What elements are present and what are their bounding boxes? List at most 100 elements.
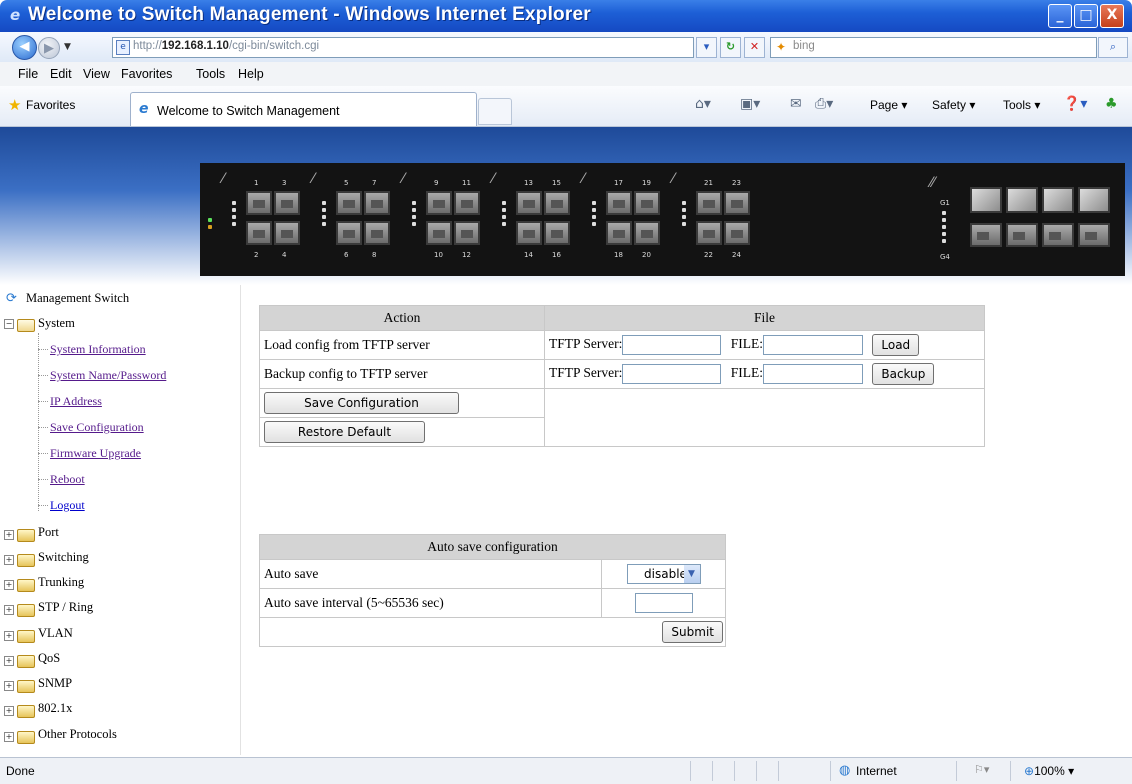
backup-button[interactable]: Backup bbox=[872, 363, 935, 385]
expand-icon[interactable]: + bbox=[4, 605, 14, 615]
collapse-icon[interactable]: − bbox=[4, 319, 14, 329]
ethernet-port[interactable] bbox=[274, 221, 300, 245]
combo-port[interactable] bbox=[1006, 223, 1038, 247]
backup-tftp-server-input[interactable] bbox=[622, 364, 722, 384]
ethernet-port[interactable] bbox=[724, 191, 750, 215]
feeds-icon[interactable]: ▣▾ bbox=[740, 96, 760, 112]
expand-icon[interactable]: + bbox=[4, 681, 14, 691]
ethernet-port[interactable] bbox=[274, 191, 300, 215]
menu-file[interactable]: File bbox=[18, 67, 38, 81]
tree-stp-ring[interactable]: STP / Ring bbox=[38, 600, 93, 615]
restore-default-button[interactable]: Restore Default bbox=[264, 421, 425, 443]
sidebar-item-save-configuration[interactable]: Save Configuration bbox=[50, 420, 144, 435]
expand-icon[interactable]: + bbox=[4, 530, 14, 540]
sfp-port[interactable] bbox=[1006, 187, 1038, 213]
tab-switch-management[interactable]: e Welcome to Switch Management bbox=[130, 92, 477, 126]
protected-mode-icon[interactable]: ⚐▾ bbox=[974, 763, 989, 776]
expand-icon[interactable]: + bbox=[4, 706, 14, 716]
expand-icon[interactable]: + bbox=[4, 555, 14, 565]
ethernet-port[interactable] bbox=[246, 221, 272, 245]
ethernet-port[interactable] bbox=[606, 221, 632, 245]
ethernet-port[interactable] bbox=[544, 221, 570, 245]
zoom-level[interactable]: ⊕100% ▾ bbox=[1024, 764, 1074, 778]
load-tftp-server-input[interactable] bbox=[622, 335, 722, 355]
tree-root[interactable]: Management Switch bbox=[26, 291, 129, 306]
window-title-bar[interactable]: e Welcome to Switch Management - Windows… bbox=[0, 0, 1132, 32]
ethernet-port[interactable] bbox=[516, 221, 542, 245]
expand-icon[interactable]: + bbox=[4, 732, 14, 742]
sidebar-item-firmware-upgrade[interactable]: Firmware Upgrade bbox=[50, 446, 141, 461]
ethernet-port[interactable] bbox=[724, 221, 750, 245]
ethernet-port[interactable] bbox=[454, 221, 480, 245]
minimize-button[interactable]: _ bbox=[1048, 4, 1072, 28]
safety-menu[interactable]: Safety ▾ bbox=[932, 98, 975, 112]
combo-port[interactable] bbox=[970, 223, 1002, 247]
forward-button[interactable]: ▶ bbox=[38, 37, 60, 59]
submit-button[interactable]: Submit bbox=[662, 621, 723, 643]
sidebar-item-system-information[interactable]: System Information bbox=[50, 342, 146, 357]
auto-save-interval-input[interactable] bbox=[634, 593, 693, 613]
maximize-button[interactable]: □ bbox=[1074, 4, 1098, 28]
new-tab-button[interactable] bbox=[478, 98, 512, 125]
ethernet-port[interactable] bbox=[606, 191, 632, 215]
ethernet-port[interactable] bbox=[696, 191, 722, 215]
address-dropdown-icon[interactable]: ▾ bbox=[696, 37, 717, 58]
tree-other-protocols[interactable]: Other Protocols bbox=[38, 727, 117, 742]
tools-menu[interactable]: Tools ▾ bbox=[1003, 98, 1040, 112]
ethernet-port[interactable] bbox=[364, 191, 390, 215]
ethernet-port[interactable] bbox=[246, 191, 272, 215]
ethernet-port[interactable] bbox=[634, 191, 660, 215]
tree-switching[interactable]: Switching bbox=[38, 550, 89, 565]
menu-tools[interactable]: Tools bbox=[196, 67, 225, 81]
sidebar-item-reboot[interactable]: Reboot bbox=[50, 472, 85, 487]
print-icon[interactable]: ⎙▾ bbox=[815, 96, 833, 112]
home-icon[interactable]: ⌂▾ bbox=[695, 96, 711, 112]
ethernet-port[interactable] bbox=[364, 221, 390, 245]
favorites-button[interactable]: Favorites bbox=[26, 98, 75, 112]
menu-favorites[interactable]: Favorites bbox=[121, 67, 172, 81]
mail-icon[interactable]: ✉ bbox=[790, 96, 802, 112]
tree-8021x[interactable]: 802.1x bbox=[38, 701, 72, 716]
search-input[interactable]: ✦ bing bbox=[770, 37, 1097, 58]
tree-port[interactable]: Port bbox=[38, 525, 59, 540]
favorites-star-icon[interactable]: ★ bbox=[8, 96, 21, 114]
sfp-port[interactable] bbox=[1042, 187, 1074, 213]
menu-view[interactable]: View bbox=[83, 67, 110, 81]
sfp-port[interactable] bbox=[1078, 187, 1110, 213]
load-file-input[interactable] bbox=[763, 335, 863, 355]
page-menu[interactable]: Page ▾ bbox=[870, 98, 907, 112]
combo-port[interactable] bbox=[1078, 223, 1110, 247]
address-input[interactable]: e http://192.168.1.10/cgi-bin/switch.cgi bbox=[112, 37, 694, 58]
tree-snmp[interactable]: SNMP bbox=[38, 676, 72, 691]
save-configuration-button[interactable]: Save Configuration bbox=[264, 392, 459, 414]
ethernet-port[interactable] bbox=[696, 221, 722, 245]
sfp-port[interactable] bbox=[970, 187, 1002, 213]
ethernet-port[interactable] bbox=[516, 191, 542, 215]
ethernet-port[interactable] bbox=[426, 221, 452, 245]
help-icon[interactable]: ❓▾ bbox=[1063, 96, 1087, 112]
ethernet-port[interactable] bbox=[336, 221, 362, 245]
combo-port[interactable] bbox=[1042, 223, 1074, 247]
expand-icon[interactable]: + bbox=[4, 580, 14, 590]
sidebar-item-system-name-password[interactable]: System Name/Password bbox=[50, 368, 166, 383]
refresh-icon[interactable]: ↻ bbox=[720, 37, 741, 58]
ethernet-port[interactable] bbox=[426, 191, 452, 215]
tree-trunking[interactable]: Trunking bbox=[38, 575, 84, 590]
tree-qos[interactable]: QoS bbox=[38, 651, 60, 666]
stop-icon[interactable]: ✕ bbox=[744, 37, 765, 58]
expand-icon[interactable]: + bbox=[4, 631, 14, 641]
ethernet-port[interactable] bbox=[454, 191, 480, 215]
ethernet-port[interactable] bbox=[544, 191, 570, 215]
sidebar-item-ip-address[interactable]: IP Address bbox=[50, 394, 102, 409]
ethernet-port[interactable] bbox=[336, 191, 362, 215]
search-icon[interactable]: ⌕ bbox=[1098, 37, 1128, 58]
ethernet-port[interactable] bbox=[634, 221, 660, 245]
load-button[interactable]: Load bbox=[872, 334, 920, 356]
menu-help[interactable]: Help bbox=[238, 67, 264, 81]
history-dropdown-icon[interactable]: ▼ bbox=[64, 42, 71, 52]
backup-file-input[interactable] bbox=[763, 364, 863, 384]
menu-edit[interactable]: Edit bbox=[50, 67, 72, 81]
sidebar-item-logout[interactable]: Logout bbox=[50, 498, 85, 513]
close-button[interactable]: X bbox=[1100, 4, 1124, 28]
expand-icon[interactable]: + bbox=[4, 656, 14, 666]
